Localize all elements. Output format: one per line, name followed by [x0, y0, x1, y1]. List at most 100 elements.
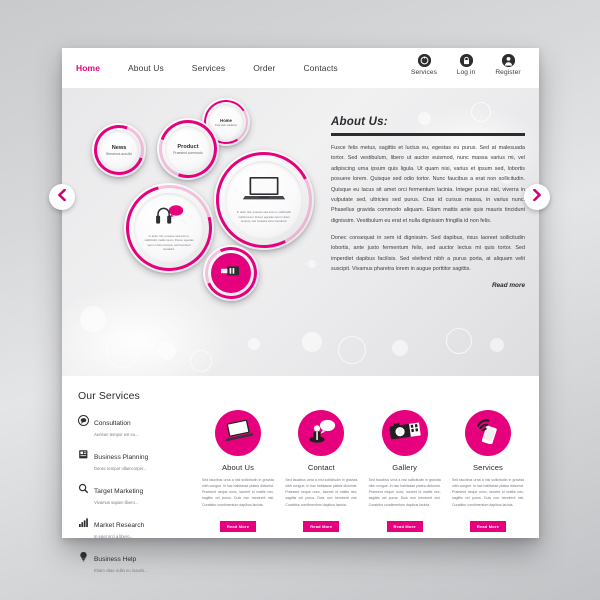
- services-section: Our Services Consultation Aenean tempor …: [62, 376, 539, 573]
- service-list-item-market-research[interactable]: Market Research In eget orci a libero...: [78, 514, 190, 539]
- nav-item-about-us[interactable]: About Us: [128, 63, 164, 73]
- card-body-about-us: Sed faucibus urna a nisl sollicitudin in…: [202, 478, 274, 507]
- util-login-button[interactable]: Log in: [445, 51, 487, 76]
- hero-circle-news-sub: Streamos accu3x: [105, 151, 133, 156]
- chat-bubble-icon: [78, 413, 89, 426]
- website-page-card: Home About Us Services Order Contacts Se…: [62, 48, 539, 573]
- our-services-heading: Our Services: [78, 390, 140, 402]
- user-icon: [501, 54, 515, 67]
- bokeh-dot: [158, 342, 176, 360]
- about-us-paragraph-2: Donec consequat in sem id dignissim. Sed…: [331, 235, 525, 273]
- about-us-read-more-link[interactable]: Read more: [331, 282, 525, 289]
- top-navigation-bar: Home About Us Services Order Contacts Se…: [62, 48, 539, 88]
- wifi-signal-icon: [474, 418, 502, 449]
- card-icon-contact[interactable]: [298, 410, 345, 456]
- util-services-button[interactable]: Services: [403, 51, 445, 76]
- util-register-label: Register: [495, 69, 521, 76]
- laptop-icon: [223, 419, 256, 446]
- card-body-contact: Sed faucibus urna a nisl sollicitudin in…: [285, 478, 358, 507]
- service-card-about-us: About Us Sed faucibus urna a nisl sollic…: [202, 410, 274, 533]
- service-item-sub: Aenean tempor est eu...: [94, 431, 139, 437]
- hero-circle-audio-inner: In dolor nisl, posuere sed erat ut, soll…: [134, 193, 204, 263]
- bokeh-ring: [446, 328, 472, 354]
- bokeh-dot: [80, 306, 106, 332]
- util-services-label: Services: [410, 69, 438, 76]
- nav-item-services[interactable]: Services: [192, 63, 225, 73]
- about-us-panel: About Us: Fusce felis metus, sagittis et…: [331, 116, 525, 289]
- card-body-gallery: Sed faucibus urna a nisl sollicitudin in…: [368, 478, 441, 507]
- hero-circle-audio-body: In dolor nisl, posuere sed erat ut, soll…: [144, 233, 194, 251]
- card-icon-about-us[interactable]: [215, 410, 261, 456]
- search-icon: [78, 481, 89, 494]
- service-list-item-target-marketing[interactable]: Target Marketing Vivamus sapien libero..…: [78, 480, 190, 505]
- slider-next-button[interactable]: [524, 184, 550, 210]
- util-register-button[interactable]: Register: [487, 51, 529, 76]
- bokeh-ring: [338, 336, 366, 364]
- support-chat-icon: [306, 419, 336, 448]
- nav-utility-group: Services Log in Register: [403, 51, 529, 76]
- about-us-paragraph-1: Fusce felis metus, sagittis et luctus eu…: [331, 145, 525, 224]
- card-heading-contact: Contact: [307, 463, 335, 472]
- chevron-right-icon: [532, 188, 542, 206]
- hero-circle-product[interactable]: Product Praesent commodo: [149, 110, 227, 188]
- hero-circle-news-inner: News Streamos accu3x: [99, 130, 139, 170]
- hero-circle-laptop-inner: In dolor nisl, posuere sed erat ut, soll…: [225, 161, 303, 239]
- card-heading-gallery: Gallery: [392, 463, 418, 472]
- service-list-item-consultation[interactable]: Consultation Aenean tempor est eu...: [78, 412, 190, 437]
- service-item-text: Target Marketing Vivamus sapien libero..…: [94, 480, 143, 505]
- bokeh-ring: [106, 334, 140, 368]
- card-icon-services[interactable]: [464, 410, 511, 456]
- service-item-sub: Vivamus sapien libero...: [94, 499, 139, 505]
- service-item-text: Consultation Aenean tempor est eu...: [94, 412, 139, 437]
- service-item-name: Business Help: [94, 556, 137, 563]
- about-us-title: About Us:: [331, 116, 388, 128]
- hero-circle-laptop[interactable]: In dolor nisl, posuere sed erat ut, soll…: [203, 139, 325, 261]
- slider-prev-button[interactable]: [49, 184, 75, 210]
- service-item-sub: Donec tempor ullamcorper...: [94, 465, 147, 471]
- card-read-more-gallery[interactable]: Read More: [386, 520, 423, 532]
- laptop-icon: [242, 176, 286, 207]
- card-body-services: Sed faucibus urna a nisl sollicitudin in…: [451, 478, 524, 507]
- card-icon-gallery[interactable]: [381, 410, 428, 456]
- headphone-chat-icon: [154, 204, 184, 231]
- service-item-text: Business Help Etiam vitae nulla eu mauri…: [94, 548, 148, 573]
- service-item-text: Market Research In eget orci a libero...: [94, 514, 144, 539]
- service-item-sub: Etiam vitae nulla eu mauris...: [94, 567, 148, 573]
- util-login-label: Log in: [456, 69, 476, 76]
- bar-chart-icon: [78, 515, 89, 527]
- service-list-item-business-planning[interactable]: Business Planning Donec tempor ullamcorp…: [78, 446, 190, 471]
- nav-item-order[interactable]: Order: [253, 63, 275, 73]
- bokeh-dot: [308, 260, 316, 268]
- service-item-name: Business Planning: [94, 454, 149, 461]
- card-heading-services: Services: [473, 463, 503, 472]
- about-us-divider: [331, 133, 525, 136]
- card-read-more-about-us[interactable]: Read More: [219, 520, 257, 532]
- main-nav-links: Home About Us Services Order Contacts: [76, 48, 366, 88]
- service-cards-row: About Us Sed faucibus urna a nisl sollic…: [202, 410, 524, 533]
- hero-circle-home-sub: Free web solutions: [215, 123, 237, 127]
- service-list-item-business-help[interactable]: Business Help Etiam vitae nulla eu mauri…: [78, 548, 190, 573]
- hero-circle-news[interactable]: News Streamos accu3x: [85, 116, 153, 184]
- bokeh-ring: [190, 350, 212, 372]
- card-heading-about-us: About Us: [221, 463, 255, 472]
- bokeh-dot: [392, 340, 408, 356]
- card-read-more-services[interactable]: Read More: [469, 520, 507, 532]
- hero-circle-laptop-body: In dolor nisl, posuere sed erat ut, soll…: [236, 210, 292, 224]
- bokeh-dot: [248, 338, 260, 350]
- hero-circle-audio[interactable]: In dolor nisl, posuere sed erat ut, soll…: [110, 169, 228, 287]
- service-item-text: Business Planning Donec tempor ullamcorp…: [94, 446, 148, 471]
- hero-circle-usb[interactable]: [197, 239, 265, 307]
- card-read-more-contact[interactable]: Read More: [303, 520, 340, 532]
- hero-circle-news-title: News: [111, 144, 127, 151]
- service-item-name: Market Research: [94, 522, 145, 529]
- info-circle-icon: [417, 54, 431, 67]
- nav-item-contacts[interactable]: Contacts: [303, 63, 337, 73]
- service-card-services: Services Sed faucibus urna a nisl sollic…: [452, 410, 524, 533]
- services-list: Consultation Aenean tempor est eu... Bus…: [78, 412, 190, 582]
- lock-icon: [459, 54, 473, 67]
- service-item-sub: In eget orci a libero...: [94, 533, 134, 539]
- service-card-gallery: Gallery Sed faucibus urna a nisl sollici…: [369, 410, 441, 533]
- nav-item-home[interactable]: Home: [76, 63, 100, 73]
- hero-circle-product-inner: Product Praesent commodo: [165, 126, 211, 172]
- hero-circle-product-title: Product: [177, 143, 199, 150]
